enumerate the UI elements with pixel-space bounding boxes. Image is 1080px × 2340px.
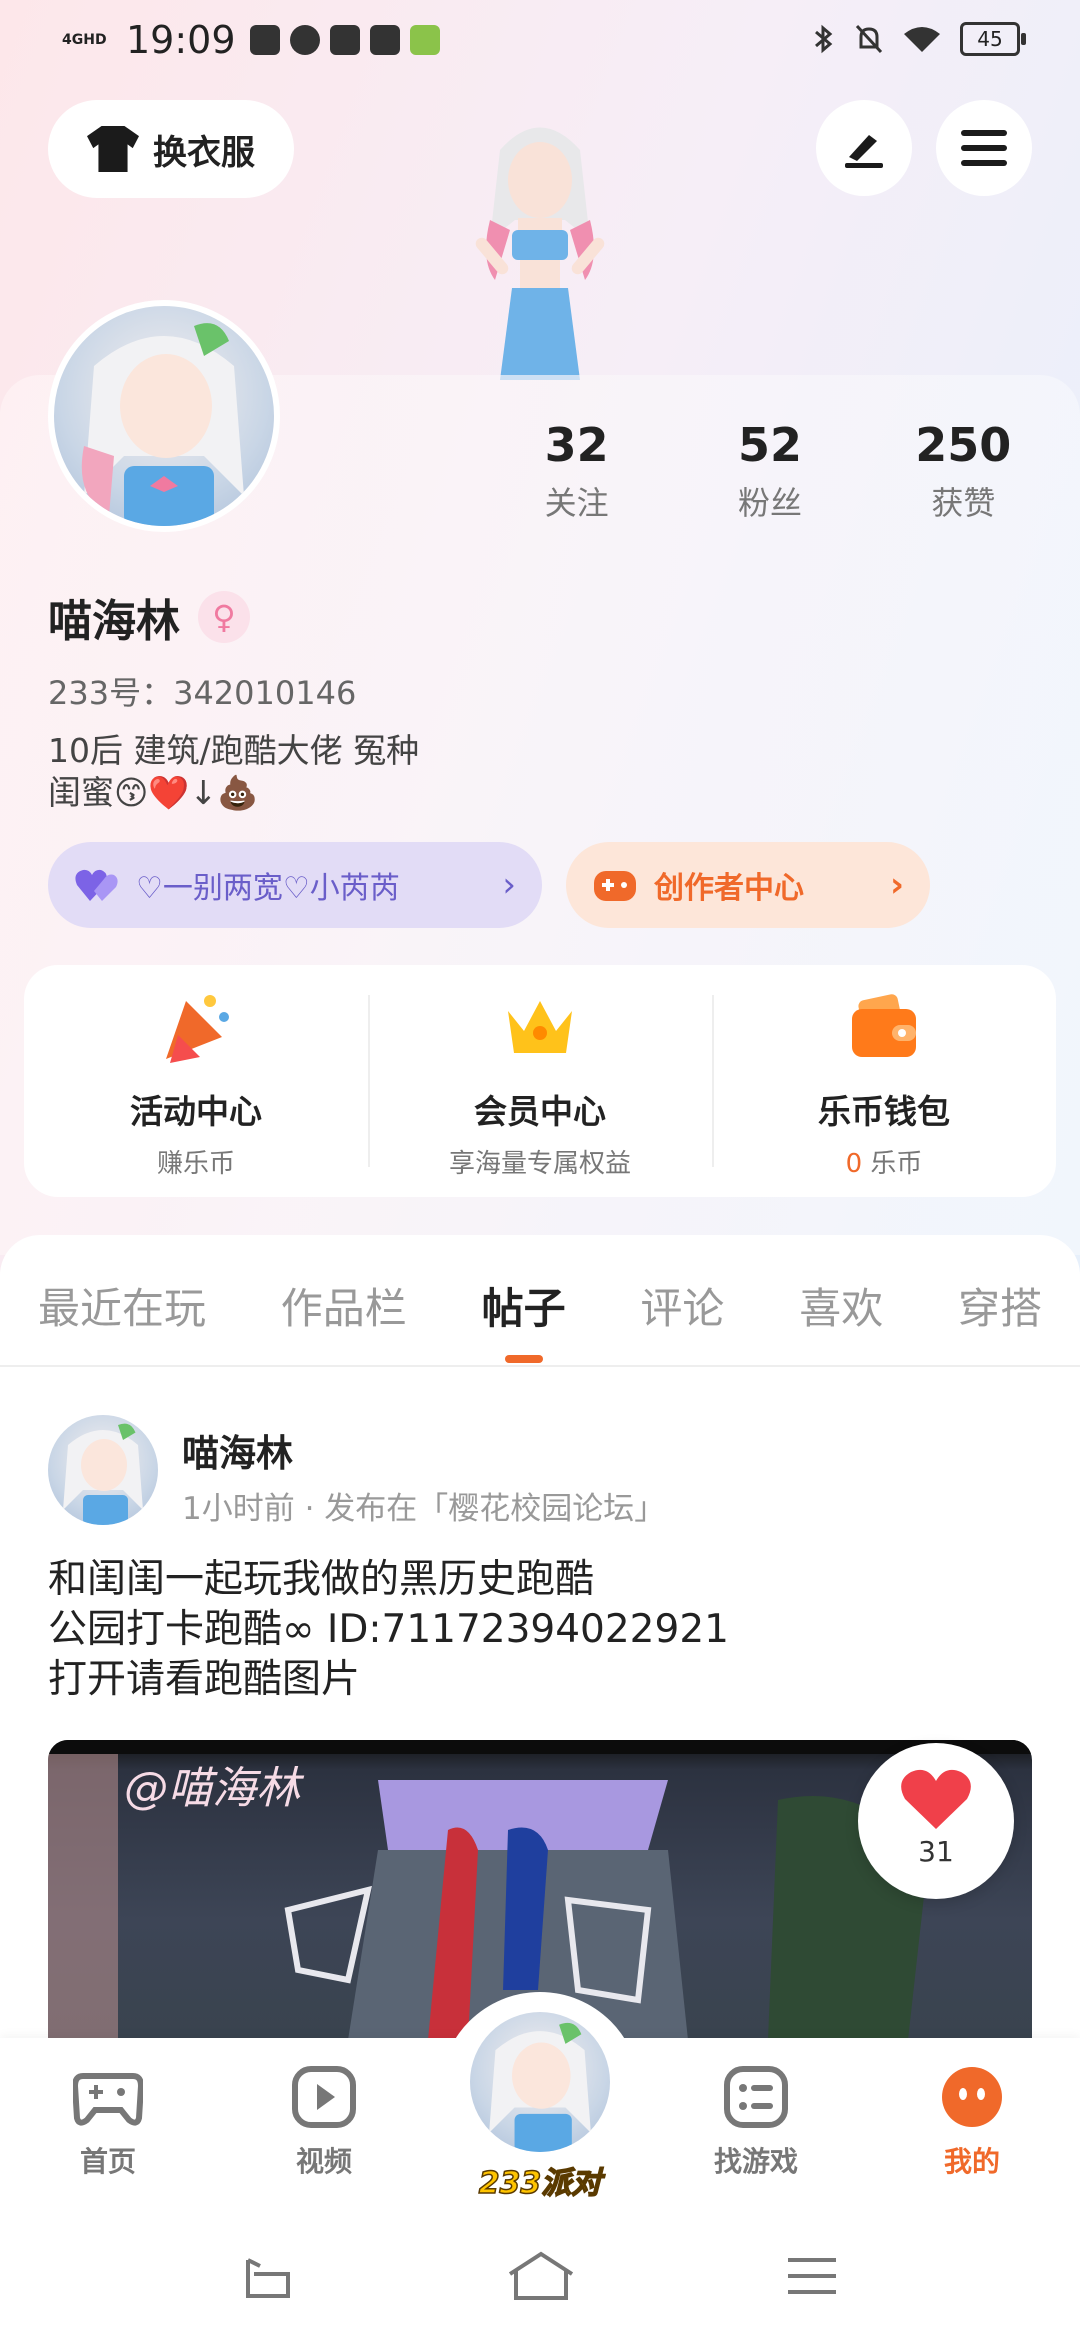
user-id[interactable]: 233号：342010146	[48, 668, 356, 714]
tab-works[interactable]: 作品栏	[281, 1275, 407, 1365]
wallet-title: 乐币钱包	[818, 1092, 950, 1131]
name-row: 喵海林 ♀	[48, 585, 250, 649]
wallet-unit: 乐币	[870, 1149, 923, 1179]
nav-party-avatar[interactable]	[470, 2012, 610, 2152]
following-stat[interactable]: 32 关注	[480, 418, 673, 524]
tab-outfits[interactable]: 穿搭	[958, 1275, 1042, 1365]
bluetooth-icon	[815, 24, 833, 54]
cloud-icon	[289, 25, 320, 55]
menu-button[interactable]	[936, 100, 1032, 196]
battery-indicator: 45	[960, 22, 1026, 56]
vip-center-title: 会员中心	[474, 1092, 606, 1131]
tab-likes[interactable]: 喜欢	[799, 1275, 883, 1365]
wallet-entry[interactable]: 乐币钱包 0 乐币	[712, 965, 1056, 1197]
profile-avatar[interactable]	[48, 300, 280, 532]
post-image-watermark: @喵海林	[124, 1763, 300, 1814]
chevron-right-icon: ›	[889, 865, 904, 905]
nav-find-games[interactable]: 找游戏	[686, 2066, 826, 2180]
gamepad-icon	[594, 871, 636, 901]
following-label: 关注	[544, 484, 609, 522]
system-nav-bar	[0, 2220, 1080, 2340]
nav-me[interactable]: 我的	[902, 2066, 1042, 2180]
party-popper-icon	[166, 995, 229, 1063]
cp-relationship-button[interactable]: ♡一别两宽♡小芮芮 ›	[48, 842, 542, 928]
followers-stat[interactable]: 52 粉丝	[673, 418, 866, 524]
me-face-icon	[942, 2067, 1002, 2127]
tab-divider	[0, 1365, 1080, 1367]
post-author-name[interactable]: 喵海林	[182, 1423, 293, 1477]
creator-center-button[interactable]: 创作者中心 ›	[566, 842, 930, 928]
wallet-balance: 0	[845, 1149, 863, 1179]
nav-home-label: 首页	[79, 2145, 136, 2178]
activity-center-title: 活动中心	[130, 1092, 262, 1131]
edit-profile-button[interactable]	[816, 100, 912, 196]
tiktok-icon	[329, 25, 360, 55]
following-count: 32	[544, 418, 609, 472]
vip-center-entry[interactable]: 会员中心 享海量专属权益	[368, 965, 712, 1197]
vip-center-sub: 享海量专属权益	[448, 1149, 631, 1179]
status-time: 19:09	[126, 18, 236, 62]
home-icon[interactable]	[506, 2250, 576, 2302]
mute-icon	[855, 24, 883, 54]
change-outfit-label: 换衣服	[153, 132, 255, 173]
avatar-portrait-icon	[489, 2022, 591, 2152]
gamepad-icon	[71, 2073, 145, 2126]
post-text[interactable]: 和闺闺一起玩我做的黑历史跑酷 公园打卡跑酷∞ ID:71172394022921…	[48, 1555, 729, 1705]
game-app-icon	[409, 25, 440, 55]
recents-icon[interactable]	[784, 2254, 840, 2298]
pen-icon	[845, 135, 883, 168]
like-count: 31	[918, 1835, 954, 1868]
likes-label: 获赞	[931, 484, 996, 522]
double-heart-icon	[75, 869, 118, 901]
wifi-icon	[904, 27, 940, 52]
crown-icon	[369, 25, 400, 55]
back-icon[interactable]	[240, 2254, 296, 2302]
profile-stats: 32 关注 52 粉丝 250 获赞	[480, 418, 1060, 524]
profile-tabs: 最近在玩 作品栏 帖子 评论 喜欢 穿搭	[0, 1275, 1080, 1365]
crown-icon	[508, 1001, 572, 1053]
likes-stat[interactable]: 250 获赞	[867, 418, 1060, 524]
hamburger-icon	[961, 130, 1007, 166]
wallet-sub: 0 乐币	[712, 1143, 1056, 1180]
function-card: 活动中心 赚乐币 会员中心 享海量专属权益 乐币钱包 0 乐币	[24, 965, 1056, 1197]
status-bar: 4GHD 19:09 45	[0, 0, 1080, 80]
nav-home[interactable]: 首页	[38, 2066, 178, 2180]
followers-label: 粉丝	[737, 484, 802, 522]
user-name: 喵海林	[48, 596, 180, 647]
nav-me-label: 我的	[943, 2145, 1000, 2178]
play-icon	[292, 2066, 356, 2128]
nav-find-games-label: 找游戏	[713, 2145, 798, 2178]
post-meta[interactable]: 1小时前 · 发布在「樱花校园论坛」	[182, 1483, 665, 1528]
tab-posts[interactable]: 帖子	[482, 1275, 566, 1365]
change-outfit-button[interactable]: 换衣服	[48, 100, 294, 198]
heart-icon	[901, 1769, 971, 1829]
activity-center-sub: 赚乐币	[156, 1149, 235, 1179]
nav-party-label[interactable]: 233派对	[448, 2158, 632, 2202]
wallet-icon	[852, 994, 916, 1057]
user-bio: 10后 建筑/跑酷大佬 冤种 闺蜜😙❤️↓💩	[48, 731, 420, 812]
shirt-icon	[87, 126, 139, 172]
nav-video[interactable]: 视频	[254, 2066, 394, 2180]
avatar-character-image[interactable]	[440, 110, 640, 380]
creator-center-label: 创作者中心	[654, 871, 804, 906]
avatar-portrait-icon	[81, 323, 244, 526]
female-gender-icon: ♀	[198, 591, 250, 643]
tab-recent-play[interactable]: 最近在玩	[38, 1275, 206, 1365]
tab-comments[interactable]: 评论	[640, 1275, 724, 1365]
list-icon	[724, 2066, 788, 2128]
news-app-icon	[249, 25, 280, 55]
network-indicator: 4GHD	[62, 32, 107, 48]
likes-count: 250	[915, 418, 1012, 472]
activity-center-entry[interactable]: 活动中心 赚乐币	[24, 965, 368, 1197]
nav-video-label: 视频	[295, 2145, 352, 2178]
avatar-portrait-icon	[63, 1423, 143, 1525]
post-author-avatar[interactable]	[48, 1415, 158, 1525]
followers-count: 52	[737, 418, 802, 472]
chevron-right-icon: ›	[502, 865, 516, 905]
like-button[interactable]: 31	[858, 1743, 1014, 1899]
cp-relationship-label: ♡一别两宽♡小芮芮	[136, 871, 400, 906]
notification-icons	[249, 25, 440, 55]
